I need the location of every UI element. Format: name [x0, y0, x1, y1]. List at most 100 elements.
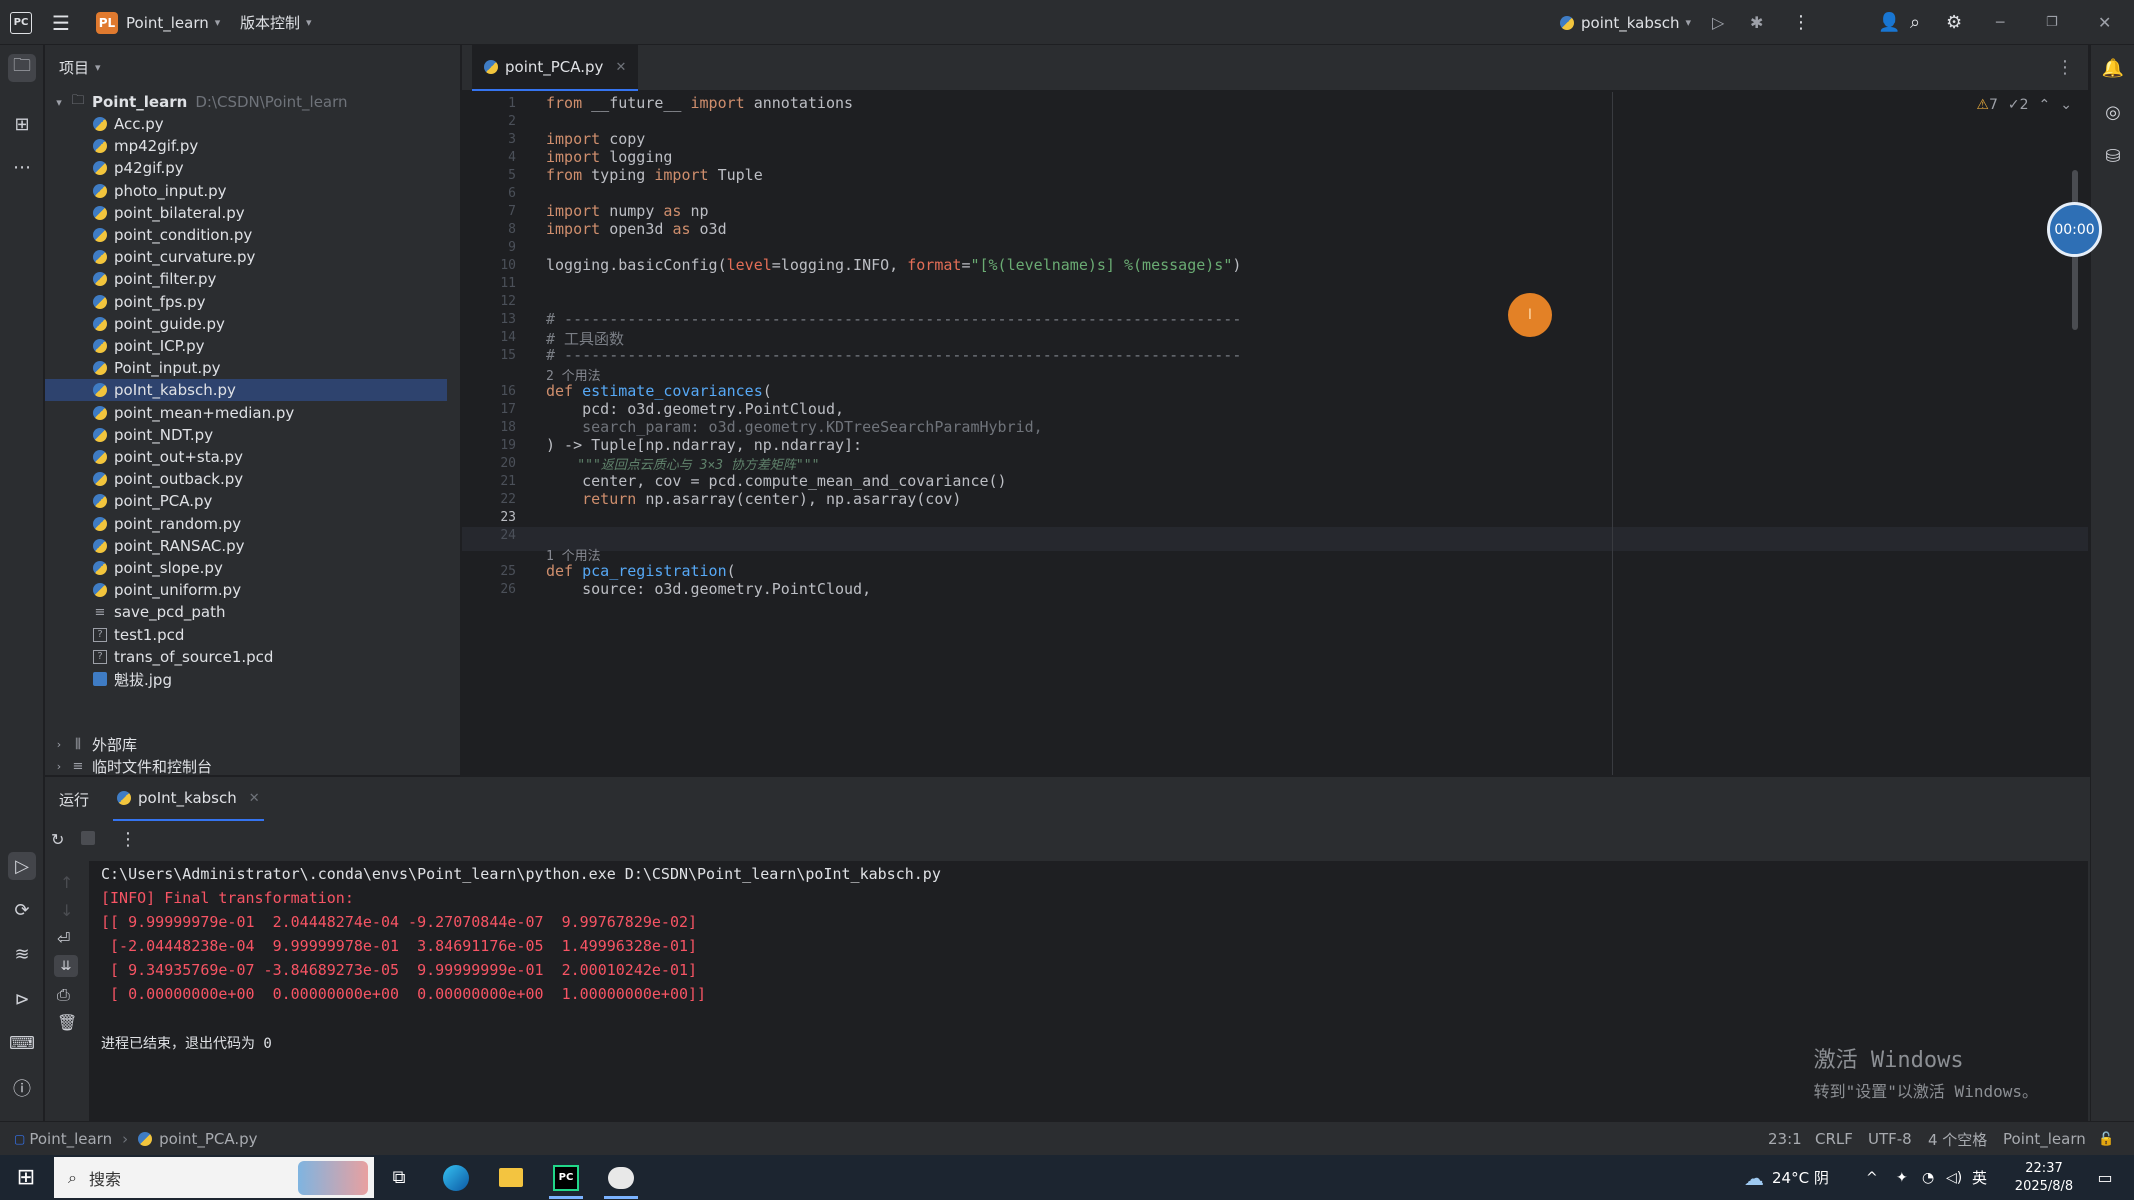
- ai-assistant-icon[interactable]: ◎: [2099, 98, 2127, 126]
- tree-file-item[interactable]: Point_input.py: [45, 357, 447, 379]
- windows-start-icon[interactable]: ⊞: [0, 1155, 52, 1200]
- tree-file-item[interactable]: photo_input.py: [45, 180, 447, 202]
- tree-file-item[interactable]: point_mean+median.py: [45, 402, 447, 424]
- tree-file-item[interactable]: point_PCA.py: [45, 490, 447, 512]
- python-packages-icon[interactable]: ≋: [8, 940, 36, 968]
- tree-file-item[interactable]: mp42gif.py: [45, 135, 447, 157]
- tree-file-item[interactable]: point_guide.py: [45, 313, 447, 335]
- problems-icon[interactable]: ⓘ: [8, 1074, 36, 1102]
- run-config-selector[interactable]: point_kabsch ▾: [1560, 0, 1691, 45]
- tree-file-item[interactable]: point_filter.py: [45, 268, 447, 290]
- services-icon[interactable]: ⊳: [8, 985, 36, 1013]
- taskbar-search[interactable]: ⌕ 搜索: [54, 1157, 374, 1198]
- run-tool-icon[interactable]: ▷: [8, 852, 36, 880]
- scroll-to-end-icon[interactable]: ⇊: [54, 955, 78, 977]
- tree-file-item[interactable]: 魁拔.jpg: [45, 668, 447, 690]
- tree-external-libs[interactable]: › ⫼ 外部库: [51, 733, 137, 755]
- tree-file-item[interactable]: ≡ save_pcd_path: [45, 601, 447, 623]
- clock[interactable]: 22:37 2025/8/8: [2008, 1155, 2080, 1200]
- edge-browser-icon[interactable]: [429, 1155, 483, 1200]
- arrow-down-icon[interactable]: ↓: [60, 901, 73, 920]
- notification-center-icon[interactable]: ▭: [2090, 1155, 2120, 1200]
- structure-icon[interactable]: ⊞: [8, 110, 36, 138]
- chevron-up-icon[interactable]: ⌃: [2039, 97, 2051, 113]
- tree-file-item[interactable]: point_fps.py: [45, 291, 447, 313]
- more-tools-icon[interactable]: ⋯: [8, 153, 36, 181]
- task-view-icon[interactable]: ⧉: [372, 1155, 426, 1200]
- tree-file-item[interactable]: point_curvature.py: [45, 246, 447, 268]
- settings-gear-icon[interactable]: ⚙: [1946, 0, 1962, 45]
- project-panel-header[interactable]: 项目 ▾: [45, 45, 460, 89]
- indent-setting[interactable]: 4 个空格: [1928, 1122, 1987, 1156]
- tree-file-item[interactable]: point_ICP.py: [45, 335, 447, 357]
- wechat-icon[interactable]: [594, 1155, 648, 1200]
- tree-file-item[interactable]: point_outback.py: [45, 468, 447, 490]
- tree-file-item[interactable]: point_bilateral.py: [45, 202, 447, 224]
- tree-file-item[interactable]: point_out+sta.py: [45, 446, 447, 468]
- more-actions-icon[interactable]: ⋮: [1792, 0, 1810, 45]
- restore-icon[interactable]: ❐: [2046, 0, 2058, 45]
- python-console-icon[interactable]: ⟳: [8, 896, 36, 924]
- main-menu-icon[interactable]: ☰: [52, 0, 70, 45]
- more-options-icon[interactable]: ⋮: [119, 829, 137, 850]
- tree-file-item[interactable]: p42gif.py: [45, 157, 447, 179]
- tree-file-item[interactable]: Acc.py: [45, 113, 447, 135]
- inspection-widget[interactable]: ⚠7 ✓2 ⌃ ⌄: [1976, 97, 2072, 113]
- database-icon[interactable]: ⛁: [2099, 142, 2127, 170]
- chevron-down-icon: ▾: [95, 60, 101, 74]
- tree-scratches[interactable]: › ≡ 临时文件和控制台: [51, 755, 212, 777]
- python-interpreter[interactable]: Point_learn: [2003, 1122, 2086, 1156]
- tab-close-icon[interactable]: ✕: [249, 791, 260, 806]
- tree-file-item[interactable]: point_uniform.py: [45, 579, 447, 601]
- run-icon[interactable]: ▷: [1712, 0, 1724, 45]
- tree-file-item[interactable]: point_random.py: [45, 513, 447, 535]
- code-area[interactable]: from __future__ import annotations impor…: [546, 92, 2086, 775]
- volume-icon[interactable]: ◁): [1946, 1155, 1962, 1200]
- close-icon[interactable]: ✕: [2098, 0, 2111, 45]
- project-folder-icon[interactable]: 🗀: [8, 54, 36, 82]
- arrow-up-icon[interactable]: ↑: [60, 873, 73, 892]
- breadcrumb-project[interactable]: Point_learn: [29, 1130, 112, 1148]
- tree-file-item[interactable]: point_slope.py: [45, 557, 447, 579]
- chevron-down-icon[interactable]: ⌄: [2060, 97, 2072, 113]
- lock-icon[interactable]: 🔓: [2098, 1122, 2114, 1156]
- pycharm-taskbar-icon[interactable]: PC: [539, 1155, 593, 1200]
- network-icon[interactable]: ◔: [1922, 1155, 1934, 1200]
- stop-icon[interactable]: [81, 831, 95, 845]
- soft-wrap-icon[interactable]: ⏎: [57, 929, 70, 948]
- tab-options-icon[interactable]: ⋮: [2056, 57, 2074, 78]
- tree-file-item[interactable]: point_condition.py: [45, 224, 447, 246]
- file-explorer-icon[interactable]: [484, 1155, 538, 1200]
- tree-file-item[interactable]: ? trans_of_source1.pcd: [45, 646, 447, 668]
- tree-file-item[interactable]: point_NDT.py: [45, 424, 447, 446]
- tree-file-item[interactable]: point_RANSAC.py: [45, 535, 447, 557]
- print-icon[interactable]: ⎙: [57, 985, 70, 1005]
- file-encoding[interactable]: UTF-8: [1868, 1122, 1912, 1156]
- line-separator[interactable]: CRLF: [1815, 1122, 1853, 1156]
- tab-point-pca[interactable]: point_PCA.py ✕: [472, 45, 639, 91]
- tab-close-icon[interactable]: ✕: [615, 60, 626, 75]
- tree-file-item[interactable]: poInt_kabsch.py: [45, 379, 447, 402]
- ime-indicator[interactable]: 英: [1972, 1155, 1987, 1200]
- tree-file-item[interactable]: ? test1.pcd: [45, 624, 447, 646]
- add-user-icon[interactable]: 👤: [1878, 0, 1900, 45]
- debug-icon[interactable]: ✱: [1750, 0, 1763, 45]
- tray-app-icon[interactable]: ✦: [1896, 1155, 1908, 1200]
- tab-run-kabsch[interactable]: poInt_kabsch ✕: [113, 777, 264, 821]
- vcs-menu[interactable]: 版本控制 ▾: [240, 0, 312, 45]
- show-hidden-icons-icon[interactable]: ^: [1866, 1155, 1878, 1200]
- weather-widget[interactable]: ☁ 24°C 阴: [1744, 1155, 1829, 1200]
- terminal-icon[interactable]: ⌨: [8, 1029, 36, 1057]
- search-icon[interactable]: ⌕: [1910, 0, 1920, 45]
- trash-icon[interactable]: 🗑: [57, 1013, 77, 1032]
- rerun-icon[interactable]: ↻: [51, 830, 64, 849]
- breadcrumb-file[interactable]: point_PCA.py: [159, 1130, 257, 1148]
- app-logo-icon[interactable]: PC: [10, 0, 32, 45]
- tree-root[interactable]: ▾ 🗀 Point_learn D:\CSDN\Point_learn: [51, 91, 347, 113]
- minimize-icon[interactable]: ─: [1996, 0, 2004, 45]
- project-switcher[interactable]: PL Point_learn ▾: [96, 0, 220, 45]
- timer-badge[interactable]: 00:00: [2047, 202, 2102, 257]
- console-output[interactable]: C:\Users\Administrator\.conda\envs\Point…: [89, 861, 2088, 1122]
- cursor-position[interactable]: 23:1: [1768, 1122, 1802, 1156]
- notifications-bell-icon[interactable]: 🔔: [2099, 54, 2127, 82]
